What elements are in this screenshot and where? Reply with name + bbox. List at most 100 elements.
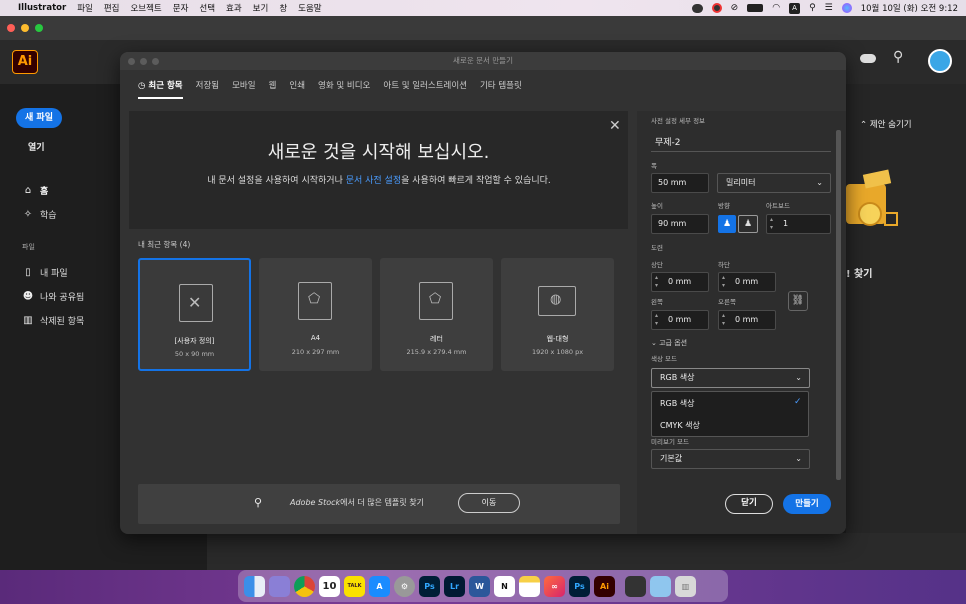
panel-scrollbar[interactable] [836,130,841,480]
color-mode-select[interactable]: RGB 색상 ⌄ [651,368,810,388]
new-file-button[interactable]: 새 파일 [16,108,62,128]
dialog-zoom-dot[interactable] [152,58,159,65]
sidebar-item-my-files[interactable]: ▯ 내 파일 [22,266,67,279]
spotlight-icon[interactable]: ⚲ [809,3,816,13]
preview-icon[interactable] [650,575,671,597]
calendar-icon[interactable]: 10 [319,575,340,597]
bleed-top-stepper[interactable]: ▴ ▾ 0 mm [651,272,709,292]
tab-recent[interactable]: ◷ 최근 항목 [138,79,183,99]
portrait-icon[interactable]: ♟ [718,215,736,233]
recent-card-custom[interactable]: ✕ [사용자 정의] 50 x 90 mm [138,258,251,371]
lightroom-icon[interactable]: Lr [444,575,465,597]
app-menu[interactable]: Illustrator [18,3,66,13]
menu-object[interactable]: 오브젝트 [130,2,161,14]
units-select[interactable]: 밀리미터 ⌄ [717,173,831,193]
create-button[interactable]: 만들기 [783,494,831,514]
word-icon[interactable]: W [469,575,490,597]
avatar[interactable] [928,49,952,73]
photoshop-icon[interactable]: Ps [419,575,440,597]
tab-web[interactable]: 웹 [269,79,277,91]
sidebar-item-learn[interactable]: ✧ 학습 [22,208,57,221]
window-zoom-button[interactable] [35,24,43,32]
bleed-bottom-stepper[interactable]: ▴ ▾ 0 mm [718,272,776,292]
clock[interactable]: 10월 10일 (화) 오전 9:12 [861,2,958,14]
app-store-icon[interactable]: A [369,575,390,597]
trash-icon[interactable]: ▥ [675,575,696,597]
menu-effect[interactable]: 효과 [226,2,242,14]
bleed-left-stepper[interactable]: ▴ ▾ 0 mm [651,310,709,330]
input-source-icon[interactable]: A [789,2,801,14]
advanced-options-toggle[interactable]: ⌄ 고급 옵션 [651,338,687,348]
adobe-icon[interactable] [711,3,722,13]
notion-icon[interactable]: N [494,575,515,597]
menu-select[interactable]: 선택 [199,2,215,14]
stepper-arrows-icon[interactable]: ▴ ▾ [722,274,725,290]
search-icon[interactable]: ⚲ [893,49,903,65]
height-field[interactable]: 90 mm [651,214,709,234]
artboards-stepper[interactable]: ▴ ▾ 1 [766,214,831,234]
tab-print[interactable]: 인쇄 [289,79,305,91]
dialog-minimize-dot[interactable] [140,58,147,65]
creative-cloud-icon[interactable]: ∞ [544,575,565,597]
tab-film-video[interactable]: 영화 및 비디오 [318,79,370,91]
illustrator-icon[interactable]: Ai [594,575,615,597]
open-button[interactable]: 열기 [28,140,45,153]
window-close-button[interactable] [7,24,15,32]
stock-brand: Adobe Stock [290,498,341,507]
recent-card-a4[interactable]: ⬠ A4 210 x 297 mm [259,258,372,371]
link-icon[interactable]: ⛓ [788,291,808,311]
tab-art-illustration[interactable]: 아트 및 일러스트레이션 [383,79,467,91]
photoshop-icon[interactable]: Ps [569,575,590,597]
bleed-top-label: 상단 [651,261,663,269]
color-option-rgb[interactable]: RGB 색상 [660,398,695,409]
wifi-icon[interactable]: ◠ [772,3,780,13]
recent-card-web-large[interactable]: ◍ 웹-대형 1920 x 1080 px [501,258,614,371]
stock-go-button[interactable]: 이동 [458,493,520,513]
sidebar-item-home[interactable]: ⌂ 홈 [22,184,48,197]
document-name-field[interactable]: 무제-2 [655,135,681,148]
bleed-right-stepper[interactable]: ▴ ▾ 0 mm [718,310,776,330]
menu-edit[interactable]: 편집 [104,2,120,14]
tab-other-templates[interactable]: 기타 템플릿 [480,79,522,91]
menu-file[interactable]: 파일 [77,2,93,14]
presets-link[interactable]: 문서 사전 설정 [346,176,401,186]
notes-icon[interactable] [519,575,540,597]
preview-mode-select[interactable]: 기본값 ⌄ [651,449,810,469]
screenshot-icon[interactable] [625,575,646,597]
battery-icon[interactable] [747,4,764,12]
window-minimize-button[interactable] [21,24,29,32]
dialog-close-dot[interactable] [128,58,135,65]
sidebar-item-deleted[interactable]: ▥ 삭제된 항목 [22,314,84,327]
cloud-icon[interactable] [860,54,876,63]
close-button[interactable]: 닫기 [725,494,773,514]
orientation-label: 방향 [718,202,730,210]
screen-mirror-icon[interactable]: ⊘ [731,3,739,13]
hide-suggestions-link[interactable]: ⌃ 제안 숨기기 [860,118,912,130]
control-center-icon[interactable]: ☰ [825,3,833,13]
menu-window[interactable]: 창 [279,2,287,14]
color-mode-value: RGB 색상 [660,373,695,382]
recent-card-letter[interactable]: ⬠ 레터 215.9 x 279.4 mm [380,258,493,371]
sidebar-item-shared[interactable]: ☻ 나와 공유됨 [22,290,84,303]
launchpad-icon[interactable] [269,575,290,597]
finder-icon[interactable] [244,575,265,597]
menu-type[interactable]: 문자 [173,2,189,14]
stepper-arrows-icon[interactable]: ▴ ▾ [655,274,658,290]
tab-mobile[interactable]: 모바일 [232,79,255,91]
close-icon[interactable]: ✕ [609,118,621,134]
landscape-icon[interactable]: ♟ [738,215,758,233]
width-field[interactable]: 50 mm [651,173,709,193]
preset-details-header: 사전 설정 세부 정보 [651,117,706,125]
chrome-icon[interactable] [294,575,315,597]
color-option-cmyk[interactable]: CMYK 색상 [660,420,700,431]
stepper-arrows-icon[interactable]: ▴ ▾ [722,312,725,328]
stepper-arrows-icon[interactable]: ▴ ▾ [655,312,658,328]
stepper-arrows-icon[interactable]: ▴ ▾ [770,216,773,232]
kakaotalk-icon[interactable]: TALK [344,575,365,597]
siri-icon[interactable] [841,3,852,13]
system-settings-icon[interactable]: ⚙ [394,575,415,597]
menu-view[interactable]: 보기 [253,2,269,14]
tab-saved[interactable]: 저장됨 [196,79,219,91]
menu-help[interactable]: 도움말 [298,2,321,14]
creative-cloud-icon[interactable] [691,3,703,13]
